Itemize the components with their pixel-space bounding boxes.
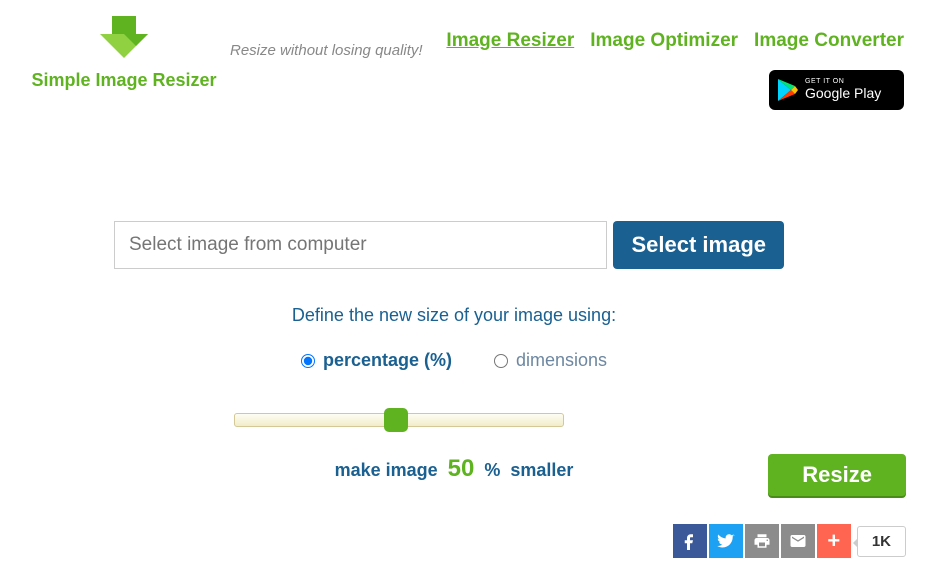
make-image-label: make image bbox=[335, 460, 438, 481]
logo-text: Simple Image Resizer bbox=[31, 70, 216, 91]
nav-image-optimizer[interactable]: Image Optimizer bbox=[590, 30, 738, 52]
resize-button[interactable]: Resize bbox=[768, 454, 906, 496]
share-count: 1K bbox=[857, 526, 906, 557]
print-icon bbox=[753, 532, 771, 550]
radio-dimensions[interactable]: dimensions bbox=[494, 350, 607, 371]
file-path-input[interactable] bbox=[114, 221, 607, 269]
google-play-badge[interactable]: GET IT ON Google Play bbox=[769, 70, 904, 110]
twitter-icon bbox=[717, 532, 735, 550]
radio-percentage-label: percentage (%) bbox=[323, 350, 452, 371]
share-row: + 1K bbox=[673, 524, 906, 558]
share-twitter-button[interactable] bbox=[709, 524, 743, 558]
radio-dimensions-label: dimensions bbox=[516, 350, 607, 371]
nav-image-converter[interactable]: Image Converter bbox=[754, 30, 904, 52]
email-icon bbox=[789, 532, 807, 550]
plus-icon: + bbox=[827, 528, 840, 554]
define-size-label: Define the new size of your image using: bbox=[124, 305, 784, 326]
nav: Image Resizer Image Optimizer Image Conv… bbox=[446, 12, 904, 52]
radio-percentage[interactable]: percentage (%) bbox=[301, 350, 452, 371]
google-play-large-text: Google Play bbox=[805, 86, 881, 101]
share-facebook-button[interactable] bbox=[673, 524, 707, 558]
nav-image-resizer[interactable]: Image Resizer bbox=[446, 30, 574, 52]
smaller-label: smaller bbox=[510, 460, 573, 481]
arrow-down-icon bbox=[94, 12, 154, 62]
radio-percentage-input[interactable] bbox=[301, 354, 315, 368]
share-more-button[interactable]: + bbox=[817, 524, 851, 558]
google-play-icon bbox=[777, 78, 799, 102]
percentage-slider[interactable] bbox=[234, 413, 564, 427]
select-image-button[interactable]: Select image bbox=[613, 221, 784, 269]
percentage-value: 50 bbox=[448, 455, 475, 483]
share-email-button[interactable] bbox=[781, 524, 815, 558]
facebook-icon bbox=[681, 532, 699, 550]
percent-sign: % bbox=[484, 460, 500, 481]
tagline: Resize without losing quality! bbox=[230, 42, 423, 59]
share-print-button[interactable] bbox=[745, 524, 779, 558]
logo[interactable]: Simple Image Resizer bbox=[24, 12, 224, 91]
radio-dimensions-input[interactable] bbox=[494, 354, 508, 368]
slider-thumb[interactable] bbox=[384, 408, 408, 432]
